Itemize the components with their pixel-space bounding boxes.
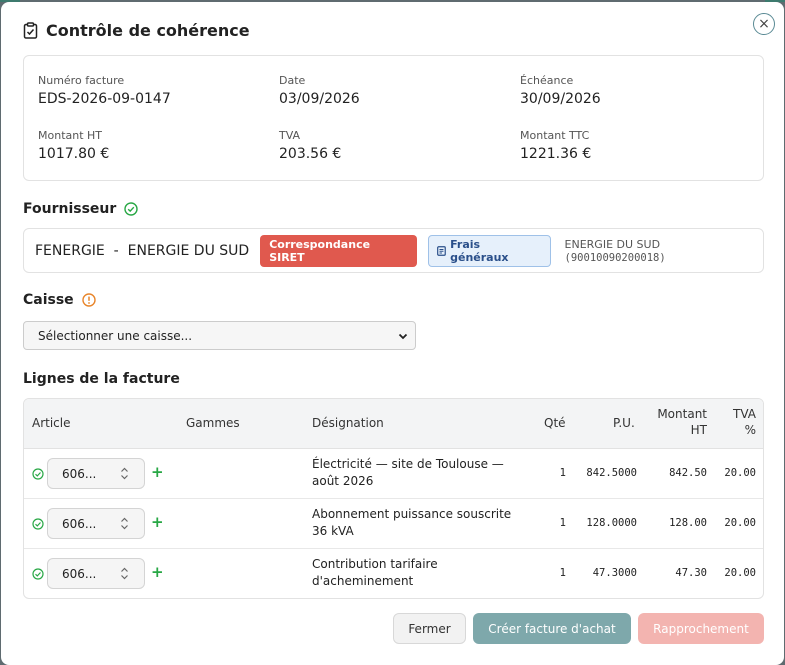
caisse-select-value: Sélectionner une caisse... — [38, 328, 193, 343]
invoice-number-value: EDS-2026-09-0147 — [38, 91, 171, 107]
tva-value: 203.56 € — [279, 146, 342, 162]
header-tva-line2: % — [744, 423, 756, 437]
line-montant: 842.50 — [669, 467, 707, 479]
line-qty: 1 — [559, 567, 566, 579]
article-select[interactable]: 606... — [47, 558, 145, 589]
header-montant-line1: Montant — [657, 407, 707, 421]
table-header: Article Gammes Désignation Qté P.U. Mont… — [24, 399, 763, 449]
clipboard-check-icon — [23, 22, 38, 39]
up-down-chevron-icon — [121, 517, 128, 530]
create-purchase-invoice-button[interactable]: Créer facture d'achat — [473, 613, 631, 644]
caisse-section-title: Caisse — [23, 292, 96, 308]
close-button[interactable]: × — [753, 13, 775, 35]
category-badge: Frais généraux — [428, 234, 551, 267]
amount-ttc-value: 1221.36 € — [520, 146, 592, 162]
supplier-card: FENERGIE - ENERGIE DU SUD Correspondance… — [23, 228, 764, 273]
date-value: 03/09/2026 — [279, 91, 360, 107]
line-pu: 128.0000 — [586, 517, 637, 529]
line-montant: 128.00 — [669, 517, 707, 529]
header-montant-line2: HT — [690, 423, 707, 437]
invoice-number-cell: Numéro facture EDS-2026-09-0147 — [38, 74, 171, 107]
lines-title: Lignes de la facture — [23, 371, 180, 387]
supplier-siret: ENERGIE DU SUD (90010090200018) — [565, 238, 763, 264]
line-montant: 47.30 — [675, 567, 707, 579]
check-circle-icon — [124, 202, 138, 216]
line-qty: 1 — [559, 517, 566, 529]
reconciliation-button[interactable]: Rapprochement — [638, 613, 764, 644]
close-icon: × — [758, 16, 770, 32]
check-circle-icon — [32, 468, 44, 480]
caisse-select[interactable]: Sélectionner une caisse... — [23, 321, 416, 350]
due-date-cell: Échéance 30/09/2026 — [520, 74, 601, 107]
siret-name: ENERGIE DU SUD — [564, 237, 661, 251]
line-tva: 20.00 — [724, 467, 756, 479]
article-select-value: 606... — [62, 566, 97, 581]
table-row: 606... + Abonnement puissance souscrite … — [24, 499, 763, 549]
article-select[interactable]: 606... — [47, 508, 145, 539]
line-designation: Abonnement puissance souscrite 36 kVA — [312, 507, 512, 538]
header-montant: Montant HT — [655, 407, 707, 437]
check-circle-icon — [32, 518, 44, 530]
up-down-chevron-icon — [121, 567, 128, 580]
table-row: 606... + Électricité — site de Toulouse … — [24, 449, 763, 499]
chevron-down-icon — [398, 333, 408, 340]
header-qty: Qté — [544, 416, 566, 430]
add-article-button[interactable]: + — [151, 563, 164, 581]
up-down-chevron-icon — [121, 467, 128, 480]
date-label: Date — [279, 74, 306, 87]
header-pu: P.U. — [613, 416, 635, 430]
check-circle-icon — [32, 568, 44, 580]
line-designation: Électricité — site de Toulouse — août 20… — [312, 457, 504, 488]
amount-ttc-cell: Montant TTC 1221.36 € — [520, 129, 591, 162]
modal-header: Contrôle de cohérence — [23, 21, 250, 40]
modal-title: Contrôle de cohérence — [46, 21, 250, 40]
amount-ht-value: 1017.80 € — [38, 146, 110, 162]
supplier-name: FENERGIE - ENERGIE DU SUD — [35, 242, 250, 259]
close-modal-button[interactable]: Fermer — [393, 613, 466, 644]
receipt-icon — [437, 245, 447, 256]
header-designation: Désignation — [312, 416, 384, 430]
invoice-number-label: Numéro facture — [38, 74, 125, 87]
siret-match-badge: Correspondance SIRET — [260, 234, 418, 267]
invoice-lines-table: Article Gammes Désignation Qté P.U. Mont… — [23, 398, 764, 599]
header-tva-line1: TVA — [733, 407, 756, 421]
amount-ht-label: Montant HT — [38, 129, 103, 142]
article-select-value: 606... — [62, 466, 97, 481]
header-gammes: Gammes — [186, 416, 240, 430]
line-tva: 20.00 — [724, 517, 756, 529]
siret-number: (90010090200018) — [564, 251, 666, 264]
line-qty: 1 — [559, 467, 566, 479]
add-article-button[interactable]: + — [151, 513, 164, 531]
article-select-value: 606... — [62, 516, 97, 531]
add-article-button[interactable]: + — [151, 463, 164, 481]
due-date-value: 30/09/2026 — [520, 91, 601, 107]
tva-label: TVA — [279, 129, 301, 142]
supplier-section-title: Fournisseur — [23, 201, 138, 217]
category-badge-label: Frais généraux — [450, 237, 509, 264]
tva-cell: TVA 203.56 € — [279, 129, 341, 162]
article-select[interactable]: 606... — [47, 458, 145, 489]
lines-section-title: Lignes de la facture — [23, 371, 180, 387]
line-tva: 20.00 — [724, 567, 756, 579]
supplier-title: Fournisseur — [23, 201, 117, 217]
header-tva: TVA % — [724, 407, 756, 437]
amount-ht-cell: Montant HT 1017.80 € — [38, 129, 109, 162]
header-article: Article — [32, 416, 71, 430]
date-cell: Date 03/09/2026 — [279, 74, 360, 107]
table-row: 606... + Contribution tarifaire d'achemi… — [24, 549, 763, 598]
invoice-summary: Numéro facture EDS-2026-09-0147 Date 03/… — [23, 55, 764, 181]
line-pu: 47.3000 — [592, 567, 637, 579]
consistency-check-modal: × Contrôle de cohérence Numéro facture E… — [1, 2, 784, 665]
due-date-label: Échéance — [520, 74, 574, 87]
caisse-title: Caisse — [23, 292, 74, 308]
line-designation: Contribution tarifaire d'acheminement — [312, 557, 438, 588]
amount-ttc-label: Montant TTC — [520, 129, 590, 142]
warning-circle-icon — [81, 293, 96, 307]
line-pu: 842.5000 — [586, 467, 637, 479]
